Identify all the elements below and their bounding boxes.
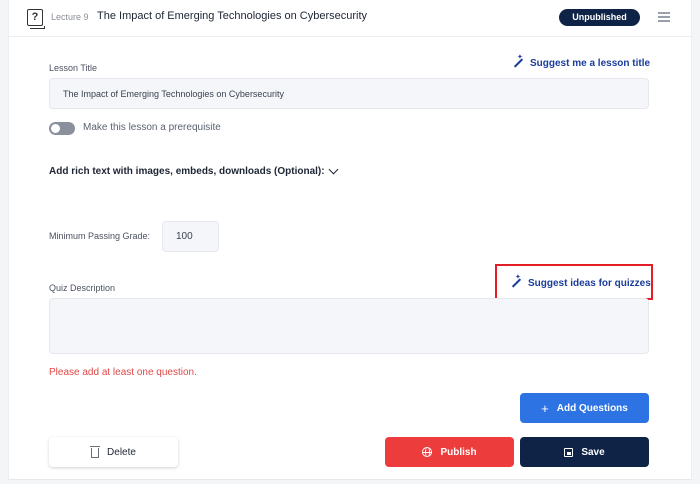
add-questions-label: Add Questions bbox=[556, 402, 628, 414]
trash-icon bbox=[90, 446, 101, 458]
delete-button[interactable]: Delete bbox=[49, 437, 178, 467]
min-grade-label: Minimum Passing Grade: bbox=[49, 231, 151, 241]
save-label: Save bbox=[581, 446, 605, 458]
publish-button[interactable]: Publish bbox=[385, 437, 514, 467]
prerequisite-toggle[interactable] bbox=[49, 122, 75, 135]
lesson-header: ? Lecture 9 The Impact of Emerging Techn… bbox=[9, 0, 693, 37]
chevron-down-icon bbox=[328, 164, 339, 175]
rich-text-expander[interactable]: Add rich text with images, embeds, downl… bbox=[49, 164, 339, 177]
status-badge[interactable]: Unpublished bbox=[559, 9, 640, 26]
plus-icon: + bbox=[541, 400, 549, 416]
prerequisite-label: Make this lesson a prerequisite bbox=[83, 122, 221, 133]
error-message: Please add at least one question. bbox=[49, 367, 197, 378]
lesson-title-label: Lesson Title bbox=[49, 63, 98, 73]
rich-text-label: Add rich text with images, embeds, downl… bbox=[49, 166, 325, 177]
magic-wand-icon bbox=[512, 53, 524, 69]
globe-icon bbox=[422, 447, 433, 457]
quiz-description-label: Quiz Description bbox=[49, 283, 116, 293]
save-icon bbox=[564, 447, 574, 457]
quiz-description-textarea[interactable] bbox=[49, 298, 649, 354]
suggest-title-link[interactable]: Suggest me a lesson title bbox=[512, 53, 651, 69]
lesson-title-input[interactable] bbox=[49, 78, 649, 109]
menu-icon[interactable] bbox=[658, 12, 670, 24]
quiz-icon: ? bbox=[27, 9, 45, 29]
add-questions-button[interactable]: + Add Questions bbox=[520, 393, 649, 423]
publish-label: Publish bbox=[440, 446, 477, 458]
highlight-annotation bbox=[495, 264, 653, 300]
lecture-label: Lecture 9 bbox=[51, 12, 89, 22]
save-button[interactable]: Save bbox=[520, 437, 649, 467]
lesson-heading: The Impact of Emerging Technologies on C… bbox=[97, 10, 368, 22]
delete-label: Delete bbox=[107, 446, 136, 458]
suggest-title-label: Suggest me a lesson title bbox=[530, 57, 651, 69]
min-grade-input[interactable]: 100 bbox=[162, 221, 219, 252]
lesson-editor-card: ? Lecture 9 The Impact of Emerging Techn… bbox=[8, 0, 693, 480]
